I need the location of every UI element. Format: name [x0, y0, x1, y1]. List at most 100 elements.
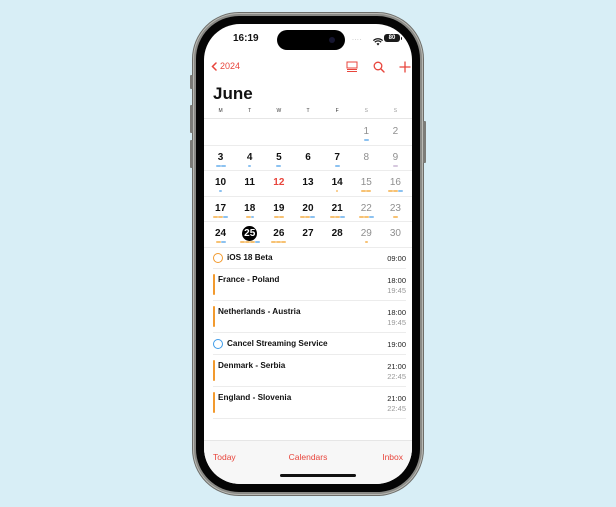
day-cell[interactable]: 1: [352, 120, 381, 145]
dynamic-island: [277, 30, 345, 50]
day-cell[interactable]: 8: [352, 146, 381, 171]
event-start-time: 18:00: [387, 276, 406, 285]
reminder-circle-icon[interactable]: [213, 253, 223, 263]
event-indicator: [220, 241, 226, 244]
calendar-color-bar: [213, 360, 215, 381]
day-cell[interactable]: 4: [235, 146, 264, 171]
day-cell[interactable]: 3: [206, 146, 235, 171]
event-indicators: [293, 215, 322, 218]
event-item[interactable]: France - Poland 18:00 19:45: [213, 269, 406, 301]
event-item[interactable]: England - Slovenia 21:00 22:45: [213, 387, 406, 419]
day-number: 3: [217, 151, 224, 163]
day-cell[interactable]: 16: [381, 171, 410, 196]
day-cell[interactable]: 2: [381, 120, 410, 145]
event-indicator: [278, 215, 284, 218]
day-cell[interactable]: 19: [264, 197, 293, 222]
day-number: 16: [389, 177, 401, 188]
calendar-color-bar: [213, 392, 215, 413]
event-indicator: [310, 215, 316, 218]
day-cell[interactable]: 27: [293, 222, 322, 247]
event-indicator: [220, 164, 226, 167]
day-number: 28: [331, 228, 343, 239]
day-cell[interactable]: 11: [235, 171, 264, 196]
event-indicators: [323, 164, 352, 167]
event-indicator: [339, 215, 345, 218]
back-label: 2024: [220, 61, 241, 71]
event-indicator: [244, 241, 250, 244]
battery-icon: 80: [384, 34, 402, 42]
event-indicators: [235, 215, 264, 218]
tab-bar: Today Calendars Inbox: [204, 440, 412, 484]
day-cell[interactable]: 21: [323, 197, 352, 222]
event-indicator: [392, 164, 398, 167]
event-item[interactable]: Denmark - Serbia 21:00 22:45: [213, 355, 406, 387]
day-cell[interactable]: 9: [381, 146, 410, 171]
reminder-item[interactable]: iOS 18 Beta 09:00: [213, 247, 406, 269]
event-indicators: [381, 190, 410, 193]
day-cell[interactable]: 24: [206, 222, 235, 247]
day-cell[interactable]: 23: [381, 197, 410, 222]
reminder-circle-icon[interactable]: [213, 339, 223, 349]
event-indicators: [352, 139, 381, 142]
day-cell[interactable]: 18: [235, 197, 264, 222]
event-start-time: 21:00: [387, 362, 406, 371]
event-end-time: 19:45: [387, 318, 406, 327]
search-icon[interactable]: [373, 60, 385, 78]
day-cell[interactable]: 20: [293, 197, 322, 222]
weekday-label: T: [248, 108, 252, 114]
day-number: 2: [392, 126, 399, 137]
day-cell[interactable]: 15: [352, 171, 381, 196]
empty-day-cell: [323, 120, 352, 145]
back-to-year-button[interactable]: 2024: [211, 61, 240, 71]
nav-bar: 2024: [204, 54, 412, 80]
empty-day-cell: [293, 120, 322, 145]
event-indicator: [215, 164, 221, 167]
day-cell[interactable]: 26: [264, 222, 293, 247]
day-cell[interactable]: 29: [352, 222, 381, 247]
day-number: 23: [389, 202, 401, 214]
day-cell[interactable]: 12: [264, 171, 293, 196]
day-number: 7: [334, 151, 340, 163]
day-cell[interactable]: 17: [206, 197, 235, 222]
empty-day-cell: [264, 120, 293, 145]
day-cell[interactable]: 7: [323, 146, 352, 171]
week-row: 17 18 19 20 21 22 23: [204, 197, 412, 222]
day-cell[interactable]: 5: [264, 146, 293, 171]
event-indicator: [363, 139, 369, 142]
event-title: England - Slovenia: [218, 393, 292, 402]
day-cell[interactable]: 25: [235, 222, 264, 247]
day-number: 24: [215, 228, 227, 239]
list-view-icon[interactable]: [346, 60, 358, 78]
event-indicator: [245, 215, 251, 218]
day-number: 21: [331, 202, 343, 214]
event-indicator: [334, 164, 340, 167]
day-cell[interactable]: 13: [293, 171, 322, 196]
day-cell[interactable]: 6: [293, 146, 322, 171]
calendars-button[interactable]: Calendars: [204, 452, 412, 462]
month-grid: 1 2 3 4 5 6 7 8 9 10 11 12 13 14 15 16 17 18 19 20 21 22 23 24 2…: [204, 120, 412, 248]
event-indicator: [249, 241, 255, 244]
day-cell[interactable]: 28: [323, 222, 352, 247]
event-item[interactable]: Netherlands - Austria 18:00 19:45: [213, 301, 406, 333]
reminder-item[interactable]: Cancel Streaming Service 19:00: [213, 333, 406, 355]
event-indicators: [323, 190, 352, 193]
day-number: 5: [276, 151, 282, 163]
action-button: [190, 75, 193, 89]
event-indicator: [215, 241, 221, 244]
event-indicators: [381, 164, 410, 167]
empty-day-cell: [206, 120, 235, 145]
day-number: 17: [215, 202, 227, 214]
day-cell[interactable]: 10: [206, 171, 235, 196]
day-cell[interactable]: 14: [323, 171, 352, 196]
inbox-button[interactable]: Inbox: [382, 452, 403, 462]
event-title: Denmark - Serbia: [218, 361, 286, 370]
event-start-time: 18:00: [387, 308, 406, 317]
day-number: 18: [244, 202, 256, 214]
day-cell[interactable]: 22: [352, 197, 381, 222]
plus-icon[interactable]: [399, 60, 411, 78]
screen: 16:19 .... 80 2024 June M T W T F S S 1 …: [204, 24, 412, 484]
day-cell[interactable]: 30: [381, 222, 410, 247]
chevron-left-icon: [211, 61, 217, 71]
event-indicator: [219, 190, 222, 193]
weekday-label: F: [335, 108, 339, 114]
